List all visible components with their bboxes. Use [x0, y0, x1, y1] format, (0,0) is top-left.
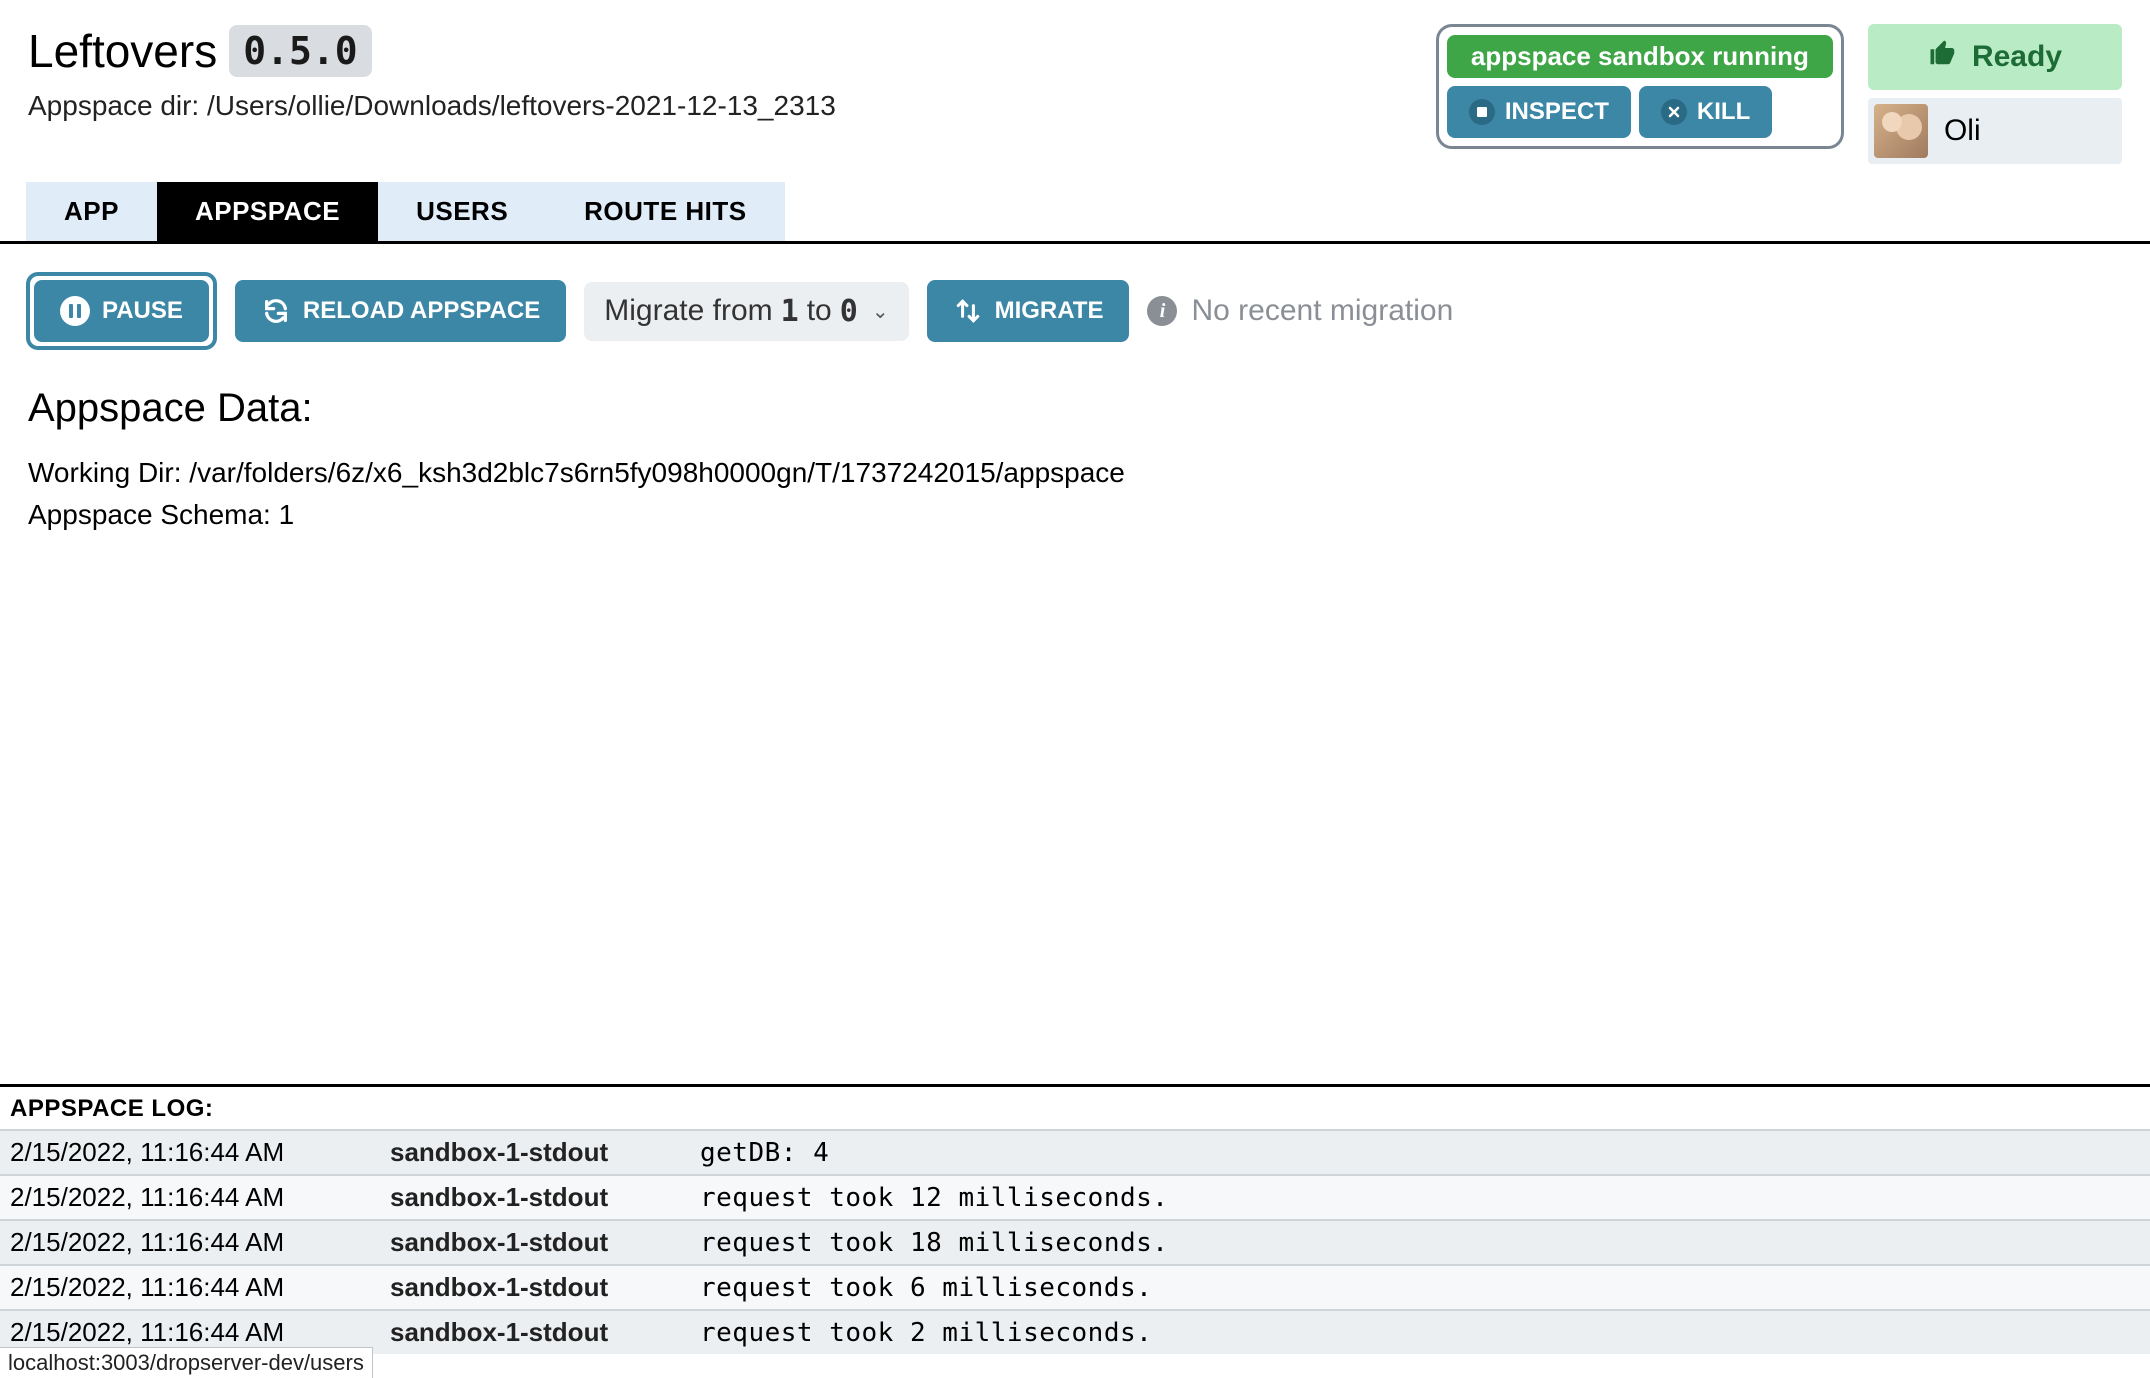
log-row: 2/15/2022, 11:16:44 AMsandbox-1-stdoutre… [0, 1175, 2150, 1220]
info-icon: i [1147, 296, 1177, 326]
log-source: sandbox-1-stdout [380, 1130, 690, 1175]
kill-button[interactable]: KILL [1639, 86, 1772, 138]
log-time: 2/15/2022, 11:16:44 AM [0, 1130, 380, 1175]
tab-users[interactable]: USERS [378, 182, 546, 241]
log-message: request took 12 milliseconds. [690, 1175, 2150, 1220]
ready-status-badge: Ready [1868, 24, 2122, 90]
inspect-button-label: INSPECT [1505, 98, 1609, 126]
appspace-dir-path: /Users/ollie/Downloads/leftovers-2021-12… [207, 90, 836, 121]
log-message: request took 6 milliseconds. [690, 1265, 2150, 1310]
log-message: getDB: 4 [690, 1130, 2150, 1175]
tab-bar: APP APPSPACE USERS ROUTE HITS [26, 182, 2150, 241]
sandbox-status-badge: appspace sandbox running [1447, 35, 1833, 78]
pause-button-wrap: PAUSE [26, 272, 217, 350]
migrate-range-select[interactable]: Migrate from 1 to 0 ⌄ [584, 282, 908, 341]
working-dir-label: Working Dir: [28, 457, 182, 488]
pause-button[interactable]: PAUSE [34, 280, 209, 342]
appspace-schema-line: Appspace Schema: 1 [28, 499, 2122, 531]
tab-appspace[interactable]: APPSPACE [157, 182, 378, 241]
log-time: 2/15/2022, 11:16:44 AM [0, 1265, 380, 1310]
pause-button-label: PAUSE [102, 297, 183, 325]
tab-app[interactable]: APP [26, 182, 157, 241]
inspect-button[interactable]: INSPECT [1447, 86, 1631, 138]
migrate-button-label: MIGRATE [995, 297, 1104, 325]
swap-arrows-icon [953, 296, 983, 326]
tab-routehits[interactable]: ROUTE HITS [546, 182, 784, 241]
user-name: Oli [1944, 114, 1981, 148]
log-time: 2/15/2022, 11:16:44 AM [0, 1220, 380, 1265]
reload-icon [261, 296, 291, 326]
avatar [1874, 104, 1928, 158]
user-chip[interactable]: Oli [1868, 98, 2122, 164]
appspace-dir-label: Appspace dir: [28, 90, 199, 121]
log-row: 2/15/2022, 11:16:44 AMsandbox-1-stdoutre… [0, 1265, 2150, 1310]
log-source: sandbox-1-stdout [380, 1175, 690, 1220]
working-dir-value: /var/folders/6z/x6_ksh3d2blc7s6rn5fy098h… [189, 457, 1125, 488]
reload-appspace-button[interactable]: RELOAD APPSPACE [235, 280, 566, 342]
appspace-schema-value: 1 [279, 499, 295, 530]
migrate-button[interactable]: MIGRATE [927, 280, 1130, 342]
app-title: Leftovers [28, 24, 217, 78]
section-title-appspace-data: Appspace Data: [28, 386, 2122, 431]
log-panel: APPSPACE LOG: 2/15/2022, 11:16:44 AMsand… [0, 1087, 2150, 1378]
log-row: 2/15/2022, 11:16:44 AMsandbox-1-stdoutge… [0, 1130, 2150, 1175]
log-time: 2/15/2022, 11:16:44 AM [0, 1175, 380, 1220]
migrate-to-value: 0 [840, 294, 858, 329]
log-source: sandbox-1-stdout [380, 1265, 690, 1310]
kill-button-label: KILL [1697, 98, 1750, 126]
migrate-from-value: 1 [781, 294, 799, 329]
close-x-icon [1661, 99, 1687, 125]
log-source: sandbox-1-stdout [380, 1310, 690, 1354]
ready-label: Ready [1972, 40, 2062, 74]
migrate-from-text: Migrate from [604, 294, 772, 328]
migration-status-text: No recent migration [1191, 294, 1453, 328]
sandbox-panel: appspace sandbox running INSPECT KILL [1436, 24, 1844, 149]
thumbs-up-icon [1928, 38, 1958, 76]
version-badge: 0.5.0 [229, 25, 371, 77]
log-header: APPSPACE LOG: [0, 1087, 2150, 1129]
chevron-down-icon: ⌄ [872, 299, 889, 324]
log-source: sandbox-1-stdout [380, 1220, 690, 1265]
log-message: request took 18 milliseconds. [690, 1220, 2150, 1265]
appspace-schema-label: Appspace Schema: [28, 499, 271, 530]
appspace-dir-line: Appspace dir: /Users/ollie/Downloads/lef… [28, 90, 1412, 122]
stop-square-icon [1469, 99, 1495, 125]
log-table: 2/15/2022, 11:16:44 AMsandbox-1-stdoutge… [0, 1129, 2150, 1354]
migration-status: i No recent migration [1147, 294, 1453, 328]
migrate-to-text: to [807, 294, 832, 328]
working-dir-line: Working Dir: /var/folders/6z/x6_ksh3d2bl… [28, 457, 2122, 489]
pause-icon [60, 296, 90, 326]
reload-button-label: RELOAD APPSPACE [303, 297, 540, 325]
status-bar-url: localhost:3003/dropserver-dev/users [0, 1347, 373, 1378]
log-message: request took 2 milliseconds. [690, 1310, 2150, 1354]
log-row: 2/15/2022, 11:16:44 AMsandbox-1-stdoutre… [0, 1220, 2150, 1265]
